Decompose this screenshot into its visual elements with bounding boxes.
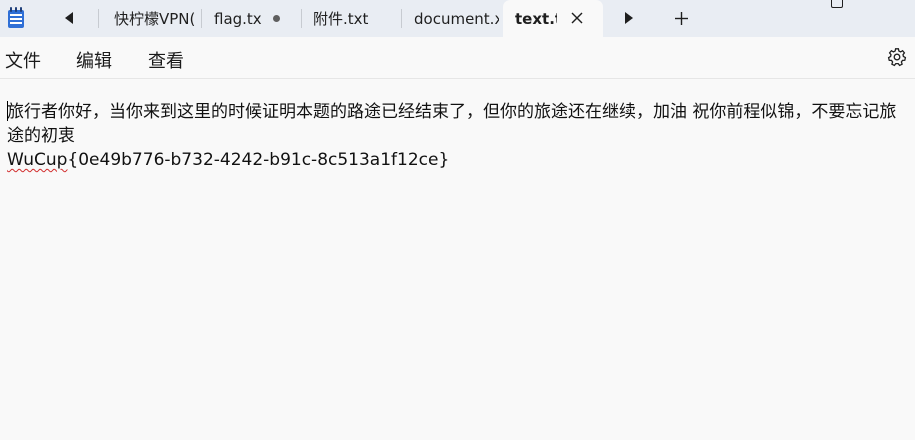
notepad-app-icon xyxy=(8,7,24,28)
tab-2[interactable]: flag.tx xyxy=(202,0,301,37)
modified-dot-icon xyxy=(273,15,280,22)
menu-view[interactable]: 查看 xyxy=(148,47,184,73)
menu-file[interactable]: 文件 xyxy=(5,47,41,73)
close-icon[interactable] xyxy=(570,11,584,25)
tab-label: 附件.txt xyxy=(313,10,369,28)
text-editor[interactable]: 旅行者你好，当你来到这里的时候证明本题的路途已经结束了，但你的旅途还在继续，加油… xyxy=(0,79,915,440)
menu-edit[interactable]: 编辑 xyxy=(76,47,112,73)
scroll-right-icon xyxy=(625,12,633,24)
tab-label: 快柠檬VPN( xyxy=(114,10,196,28)
tab-label: text.t xyxy=(515,9,557,28)
scroll-tabs-right-button[interactable] xyxy=(622,11,636,25)
document-flag-line: WuCup{0e49b776-b732-4242-b91c-8c513a1f12… xyxy=(7,148,912,172)
new-tab-icon[interactable] xyxy=(674,11,689,26)
tab-bar: 快柠檬VPN( flag.tx 附件.txt document.x text.t xyxy=(0,0,915,37)
settings-gear-icon[interactable] xyxy=(887,47,907,67)
tab-3[interactable]: 附件.txt xyxy=(302,0,401,37)
tab-label: flag.tx xyxy=(214,9,262,28)
flag-body: {0e49b776-b732-4242-b91c-8c513a1f12ce} xyxy=(67,150,450,170)
menu-bar: 文件 编辑 查看 xyxy=(0,37,915,79)
scroll-left-icon xyxy=(65,12,73,24)
document-line-1: 旅行者你好，当你来到这里的时候证明本题的路途已经结束了，但你的旅途还在继续，加油… xyxy=(7,102,897,146)
document-text[interactable]: 旅行者你好，当你来到这里的时候证明本题的路途已经结束了，但你的旅途还在继续，加油… xyxy=(7,100,912,172)
scroll-tabs-left-button[interactable] xyxy=(62,11,76,25)
tab-4[interactable]: document.x xyxy=(402,0,502,37)
tab-label: document.x xyxy=(414,9,499,28)
maximize-icon[interactable] xyxy=(831,0,843,8)
tab-1[interactable]: 快柠檬VPN( xyxy=(99,0,201,37)
tab-active[interactable]: text.t xyxy=(503,0,603,37)
spellcheck-word: WuCup xyxy=(7,150,68,170)
